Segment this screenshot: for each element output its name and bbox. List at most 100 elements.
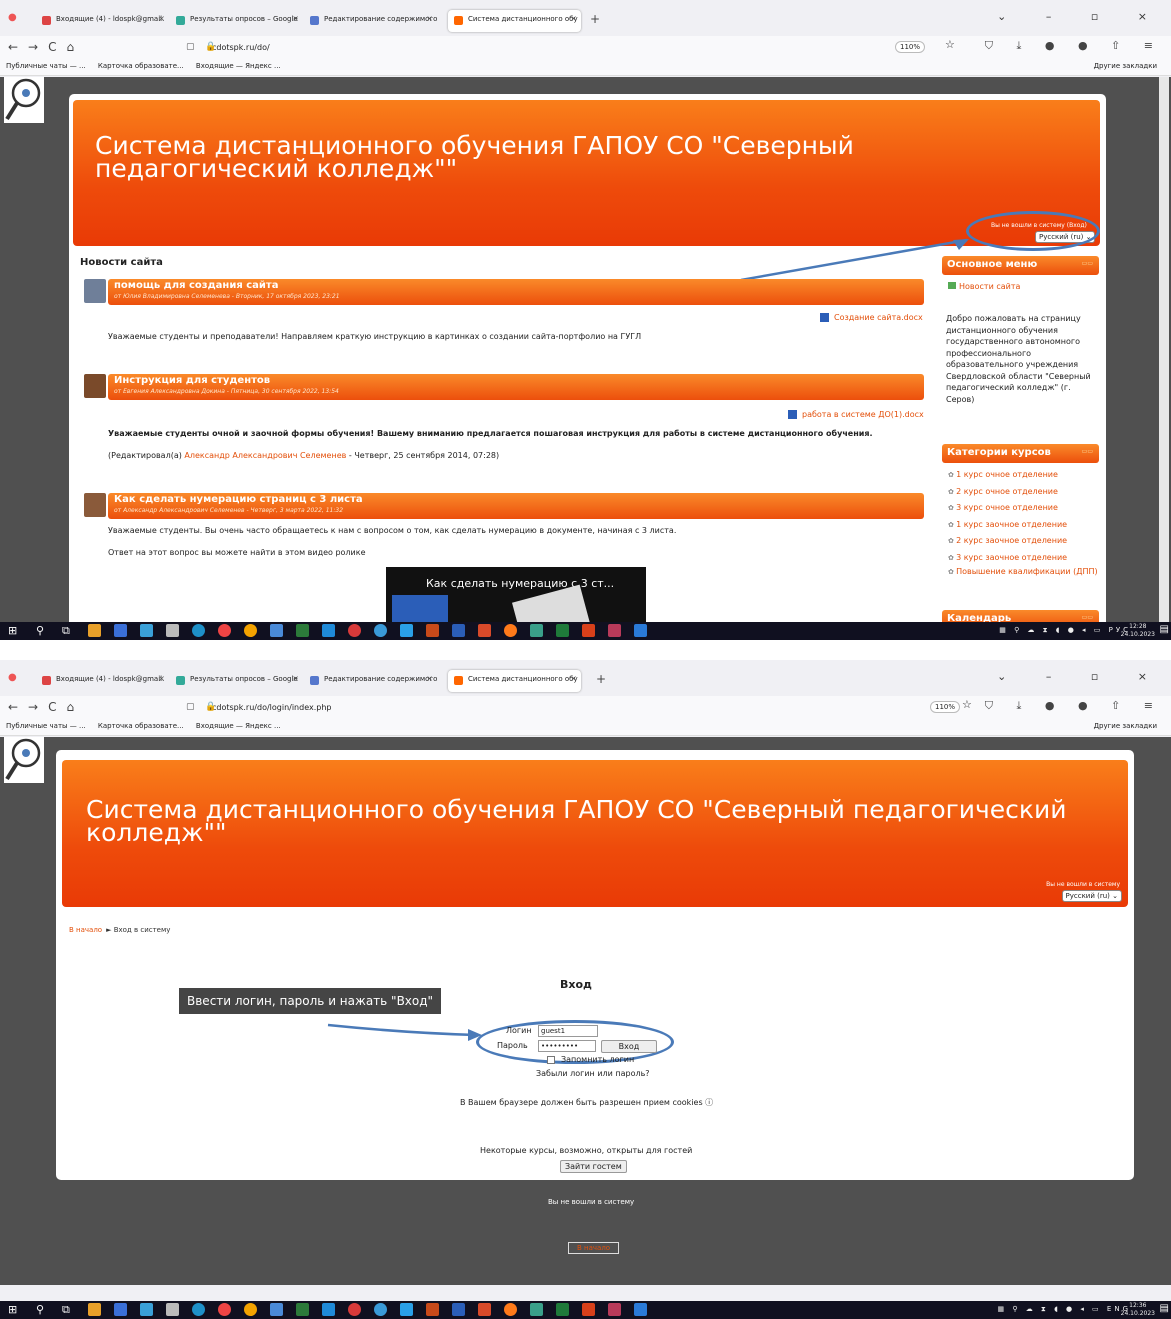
taskbar-app-icon[interactable]	[478, 1303, 491, 1316]
taskbar-app-icon[interactable]	[400, 624, 413, 637]
other-bookmarks[interactable]: Другие закладки	[1094, 62, 1157, 70]
tab-google-forms[interactable]: Результаты опросов – Google ×	[170, 670, 303, 692]
start-icon[interactable]: ⊞	[8, 624, 17, 637]
taskbar-app-icon[interactable]	[166, 1303, 179, 1316]
forgot-link[interactable]: Забыли логин или пароль?	[536, 1069, 650, 1078]
attachment-link[interactable]: работа в системе ДО(1).docx	[788, 410, 924, 419]
bookmark-item[interactable]: Входящие — Яндекс ...	[196, 62, 281, 70]
bookmark-star-icon[interactable]: ☆	[945, 38, 955, 51]
taskbar-app-icon[interactable]	[374, 624, 387, 637]
bookmark-item[interactable]: Входящие — Яндекс ...	[196, 722, 281, 730]
taskbar-app-icon[interactable]	[374, 1303, 387, 1316]
taskbar-app-icon[interactable]	[88, 624, 101, 637]
taskbar-app-icon[interactable]	[140, 1303, 153, 1316]
new-tab-button[interactable]: +	[590, 12, 600, 26]
taskbar-app-icon[interactable]	[452, 1303, 465, 1316]
taskbar-app-icon[interactable]	[322, 1303, 335, 1316]
taskbar-app-icon[interactable]	[88, 1303, 101, 1316]
tab-moodle[interactable]: Система дистанционного обу ×	[448, 670, 581, 692]
category-link[interactable]: 2 курс заочное отделение	[948, 533, 1099, 550]
clock[interactable]: 12:28 24.10.2023	[1121, 623, 1155, 639]
notification-icon[interactable]: ▤	[1160, 1303, 1169, 1314]
login-button[interactable]: Вход	[601, 1040, 657, 1053]
taskbar-app-icon[interactable]	[218, 1303, 231, 1316]
system-tray[interactable]: ▦ ⚲ ☁ ⧗ ◖ ● ◂ ▭ ENG	[998, 1305, 1131, 1314]
zoom-badge[interactable]: 110%	[930, 701, 961, 713]
attachment-link[interactable]: Создание сайта.docx	[820, 313, 923, 322]
taskbar-app-icon[interactable]	[244, 624, 257, 637]
window-controls[interactable]: ⌄ – ▫ ×	[997, 670, 1165, 683]
author-link[interactable]: Александр Александрович Селеменев	[184, 451, 346, 460]
system-tray[interactable]: ▦ ⚲ ☁ ⧗ ◖ ● ◂ ▭ РУС	[999, 626, 1131, 635]
tab-gmail[interactable]: Входящие (4) - ldospk@gmail. ×	[36, 10, 169, 32]
taskbar-app-icon[interactable]	[426, 624, 439, 637]
taskbar-app-icon[interactable]	[608, 1303, 621, 1316]
window-controls[interactable]: ⌄ – ▫ ×	[997, 10, 1165, 23]
nav-buttons[interactable]: ←→C⌂	[8, 700, 84, 714]
taskbar-app-icon[interactable]	[114, 1303, 127, 1316]
close-icon[interactable]: ×	[292, 14, 299, 23]
nav-buttons[interactable]: ←→C⌂	[8, 40, 84, 54]
firefox-menu-icon[interactable]: ●	[8, 672, 17, 683]
post-title[interactable]: Как сделать нумерацию страниц с 3 листа	[114, 494, 363, 505]
taskbar-app-icon[interactable]	[140, 624, 153, 637]
taskbar-app-icon[interactable]	[608, 624, 621, 637]
task-view-icon[interactable]: ⧉	[62, 1303, 70, 1317]
taskbar-app-icon[interactable]	[296, 1303, 309, 1316]
toolbar-icons[interactable]: ⛉ ⤓ ● ● ⇧ ≡	[985, 39, 1163, 53]
url-field[interactable]: ▢ 🔒 cdotspk.ru/do/login/index.php	[180, 700, 970, 717]
close-icon[interactable]: ×	[426, 674, 433, 683]
search-icon[interactable]: ⚲	[36, 1303, 44, 1316]
taskbar-app-icon[interactable]	[270, 1303, 283, 1316]
firefox-icon[interactable]	[504, 624, 517, 637]
taskbar-app-icon[interactable]	[426, 1303, 439, 1316]
firefox-menu-icon[interactable]: ●	[8, 12, 17, 23]
zoom-badge[interactable]: 110%	[895, 41, 926, 53]
taskbar-app-icon[interactable]	[348, 624, 361, 637]
magnifier-icon[interactable]	[4, 737, 44, 783]
taskbar-app-icon[interactable]	[478, 624, 491, 637]
new-tab-button[interactable]: +	[596, 672, 606, 686]
other-bookmarks[interactable]: Другие закладки	[1094, 722, 1157, 730]
post-title[interactable]: помощь для создания сайта	[114, 280, 278, 291]
bookmark-star-icon[interactable]: ☆	[962, 698, 972, 711]
taskbar-app-icon[interactable]	[166, 624, 179, 637]
bookmark-item[interactable]: Публичные чаты — ...	[6, 62, 86, 70]
breadcrumb-home-link[interactable]: В начало	[69, 926, 102, 934]
close-icon[interactable]: ×	[570, 14, 577, 23]
close-icon[interactable]: ×	[158, 14, 165, 23]
bookmark-item[interactable]: Карточка образовате...	[98, 62, 184, 70]
block-controls-icon[interactable]: ▭▭	[1082, 614, 1093, 621]
taskbar-app-icon[interactable]	[530, 624, 543, 637]
tab-gmail[interactable]: Входящие (4) - ldospk@gmail. ×	[36, 670, 169, 692]
remember-checkbox[interactable]	[547, 1055, 555, 1064]
video-embed[interactable]: Как сделать нумерацию с 3 ст...	[386, 567, 646, 630]
footer-home-link[interactable]: В начало	[568, 1242, 620, 1254]
post-title[interactable]: Инструкция для студентов	[114, 375, 270, 386]
menu-item-news[interactable]: Новости сайта	[942, 282, 1099, 291]
url-field[interactable]: ▢ 🔒 cdotspk.ru/do/	[180, 40, 970, 57]
search-icon[interactable]: ⚲	[36, 624, 44, 637]
block-controls-icon[interactable]: ▭▭	[1082, 448, 1093, 455]
category-link[interactable]: 3 курс очное отделение	[948, 500, 1099, 517]
taskbar-app-icon[interactable]	[114, 624, 127, 637]
taskbar-app-icon[interactable]	[192, 624, 205, 637]
category-link[interactable]: 2 курс очное отделение	[948, 484, 1099, 501]
taskbar-app-icon[interactable]	[634, 1303, 647, 1316]
taskbar-app-icon[interactable]	[556, 1303, 569, 1316]
start-icon[interactable]: ⊞	[8, 1303, 17, 1316]
task-view-icon[interactable]: ⧉	[62, 624, 70, 638]
tab-edit[interactable]: Редактирование содержимого ×	[304, 670, 437, 692]
clock[interactable]: 12:36 24.10.2023	[1121, 1302, 1155, 1318]
taskbar-app-icon[interactable]	[192, 1303, 205, 1316]
taskbar-app-icon[interactable]	[218, 624, 231, 637]
category-link[interactable]: 1 курс очное отделение	[948, 467, 1099, 484]
close-icon[interactable]: ×	[426, 14, 433, 23]
language-select[interactable]: Русский (ru) ⌄	[1061, 890, 1122, 902]
taskbar-app-icon[interactable]	[244, 1303, 257, 1316]
taskbar-app-icon[interactable]	[270, 624, 283, 637]
bookmark-item[interactable]: Публичные чаты — ...	[6, 722, 86, 730]
taskbar-app-icon[interactable]	[400, 1303, 413, 1316]
remember-login[interactable]: Запомнить логин	[547, 1055, 634, 1064]
taskbar-app-icon[interactable]	[582, 1303, 595, 1316]
